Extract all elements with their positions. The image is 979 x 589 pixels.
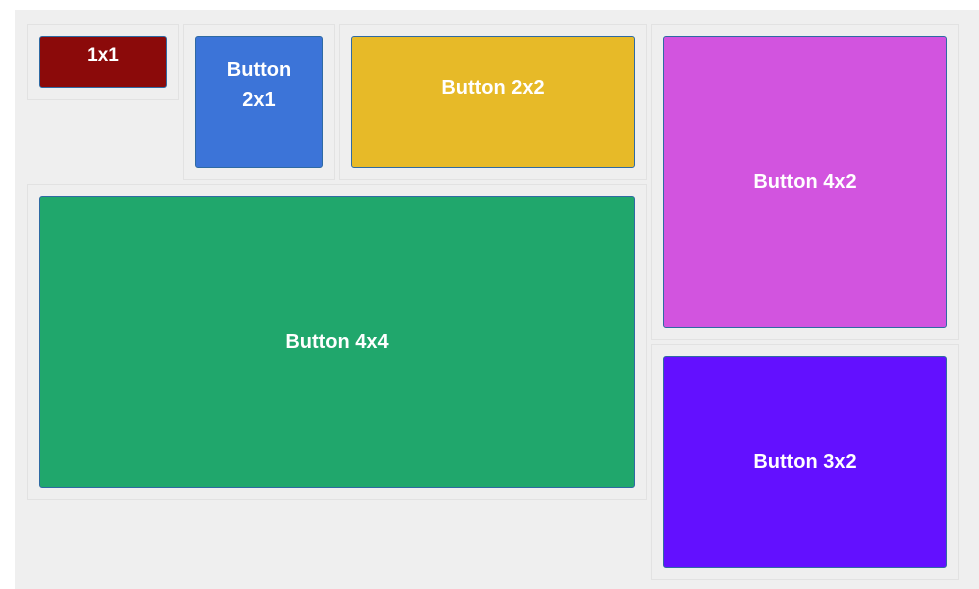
button-1x1-label: 1x1 xyxy=(87,45,119,66)
button-2x1[interactable]: Button 2x1 xyxy=(195,36,323,168)
button-2x1-label: Button 2x1 xyxy=(226,59,292,111)
button-2x2[interactable]: Button 2x2 xyxy=(351,36,635,168)
button-3x2[interactable]: Button 3x2 xyxy=(663,356,947,568)
tile-cell-4x2: Button 4x2 xyxy=(651,24,959,340)
tile-cell-3x2: Button 3x2 xyxy=(651,344,959,580)
button-4x2[interactable]: Button 4x2 xyxy=(663,36,947,328)
tile-cell-4x4: Button 4x4 xyxy=(27,184,647,500)
button-4x4[interactable]: Button 4x4 xyxy=(39,196,635,488)
tile-grid: 1x1 Button 2x1 Button 2x2 Button 4x2 But… xyxy=(15,10,979,589)
button-4x4-label: Button 4x4 xyxy=(285,331,389,353)
button-4x2-label: Button 4x2 xyxy=(753,171,857,193)
tile-cell-2x1: Button 2x1 xyxy=(183,24,335,180)
tile-cell-1x1: 1x1 xyxy=(27,24,179,100)
button-1x1[interactable]: 1x1 xyxy=(39,36,167,88)
button-2x2-label: Button 2x2 xyxy=(441,77,545,99)
page: 1x1 Button 2x1 Button 2x2 Button 4x2 But… xyxy=(0,0,979,589)
tile-cell-2x2: Button 2x2 xyxy=(339,24,647,180)
button-3x2-label: Button 3x2 xyxy=(753,451,857,473)
